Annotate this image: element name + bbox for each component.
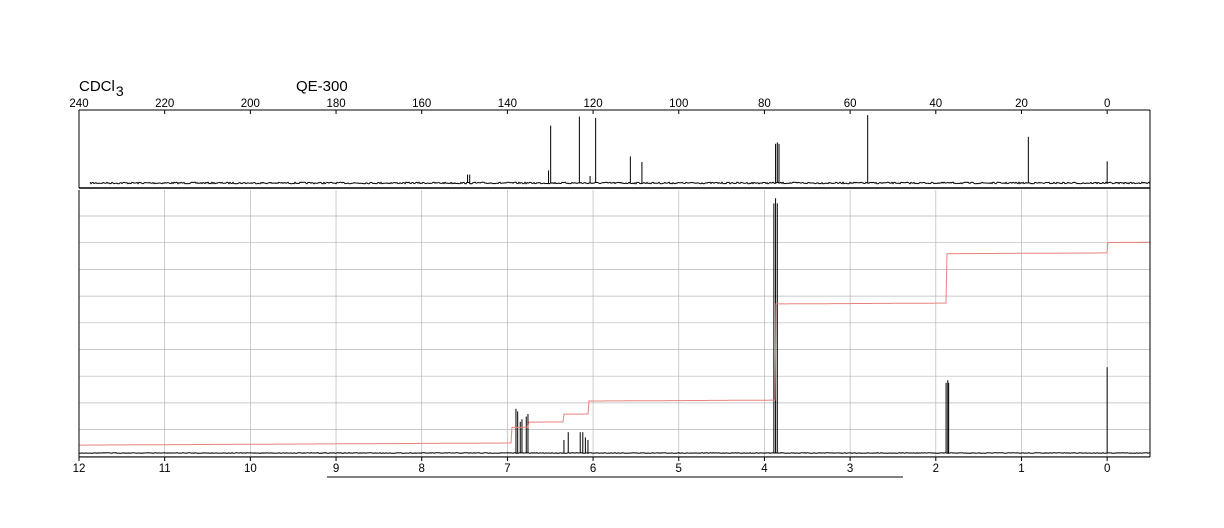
c13-tick-label: 40 bbox=[929, 98, 942, 110]
c13-tick-label: 80 bbox=[758, 98, 771, 110]
h1-tick-label: 6 bbox=[590, 463, 596, 475]
h1-peaks bbox=[515, 198, 1108, 453]
c13-tick-label: 20 bbox=[1015, 98, 1028, 110]
h1-spectrum-trace bbox=[79, 452, 1151, 454]
h1-integral-curve bbox=[79, 241, 1150, 446]
c13-tick-label: 180 bbox=[326, 98, 345, 110]
c13-tick-label: 60 bbox=[844, 98, 857, 110]
plot-frames bbox=[78, 110, 1151, 458]
c13-tick-label: 0 bbox=[1104, 98, 1110, 110]
c13-tick-label: 120 bbox=[583, 98, 602, 110]
c13-peaks bbox=[467, 115, 1108, 183]
h1-tick-label: 2 bbox=[933, 463, 939, 475]
h1-tick-label: 4 bbox=[761, 463, 768, 475]
h1-tick-label: 10 bbox=[244, 463, 257, 475]
h1-tick-label: 0 bbox=[1104, 463, 1110, 475]
h1-grid bbox=[78, 190, 1150, 457]
c13-tick-label: 140 bbox=[498, 98, 517, 110]
c13-tick-label: 100 bbox=[669, 98, 688, 110]
h1-tick-label: 3 bbox=[847, 463, 853, 475]
nmr-spectrum-figure: 240 220 200 180 160 140 120 100 80 60 40 20 0 12 11 10… bbox=[69, 98, 1151, 478]
c13-tick-label: 240 bbox=[69, 98, 88, 110]
h1-tick-label: 12 bbox=[73, 463, 86, 475]
c13-tick-label: 160 bbox=[412, 98, 431, 110]
h1-tick-label: 7 bbox=[504, 463, 510, 475]
c13-spectrum-trace bbox=[89, 181, 1151, 185]
h1-tick-label: 8 bbox=[419, 463, 425, 475]
c13-tick-label: 220 bbox=[155, 98, 174, 110]
h1-tick-label: 11 bbox=[159, 463, 171, 475]
c13-axis: 240 220 200 180 160 140 120 100 80 60 40 20 0 bbox=[69, 98, 1150, 114]
h1-axis: 12 11 10 9 8 7 6 5 4 3 2 1 0 bbox=[73, 457, 1110, 475]
c13-tick-label: 200 bbox=[241, 98, 260, 110]
h1-tick-label: 9 bbox=[333, 463, 339, 475]
h1-tick-label: 5 bbox=[676, 463, 682, 475]
h1-tick-label: 1 bbox=[1018, 463, 1024, 475]
